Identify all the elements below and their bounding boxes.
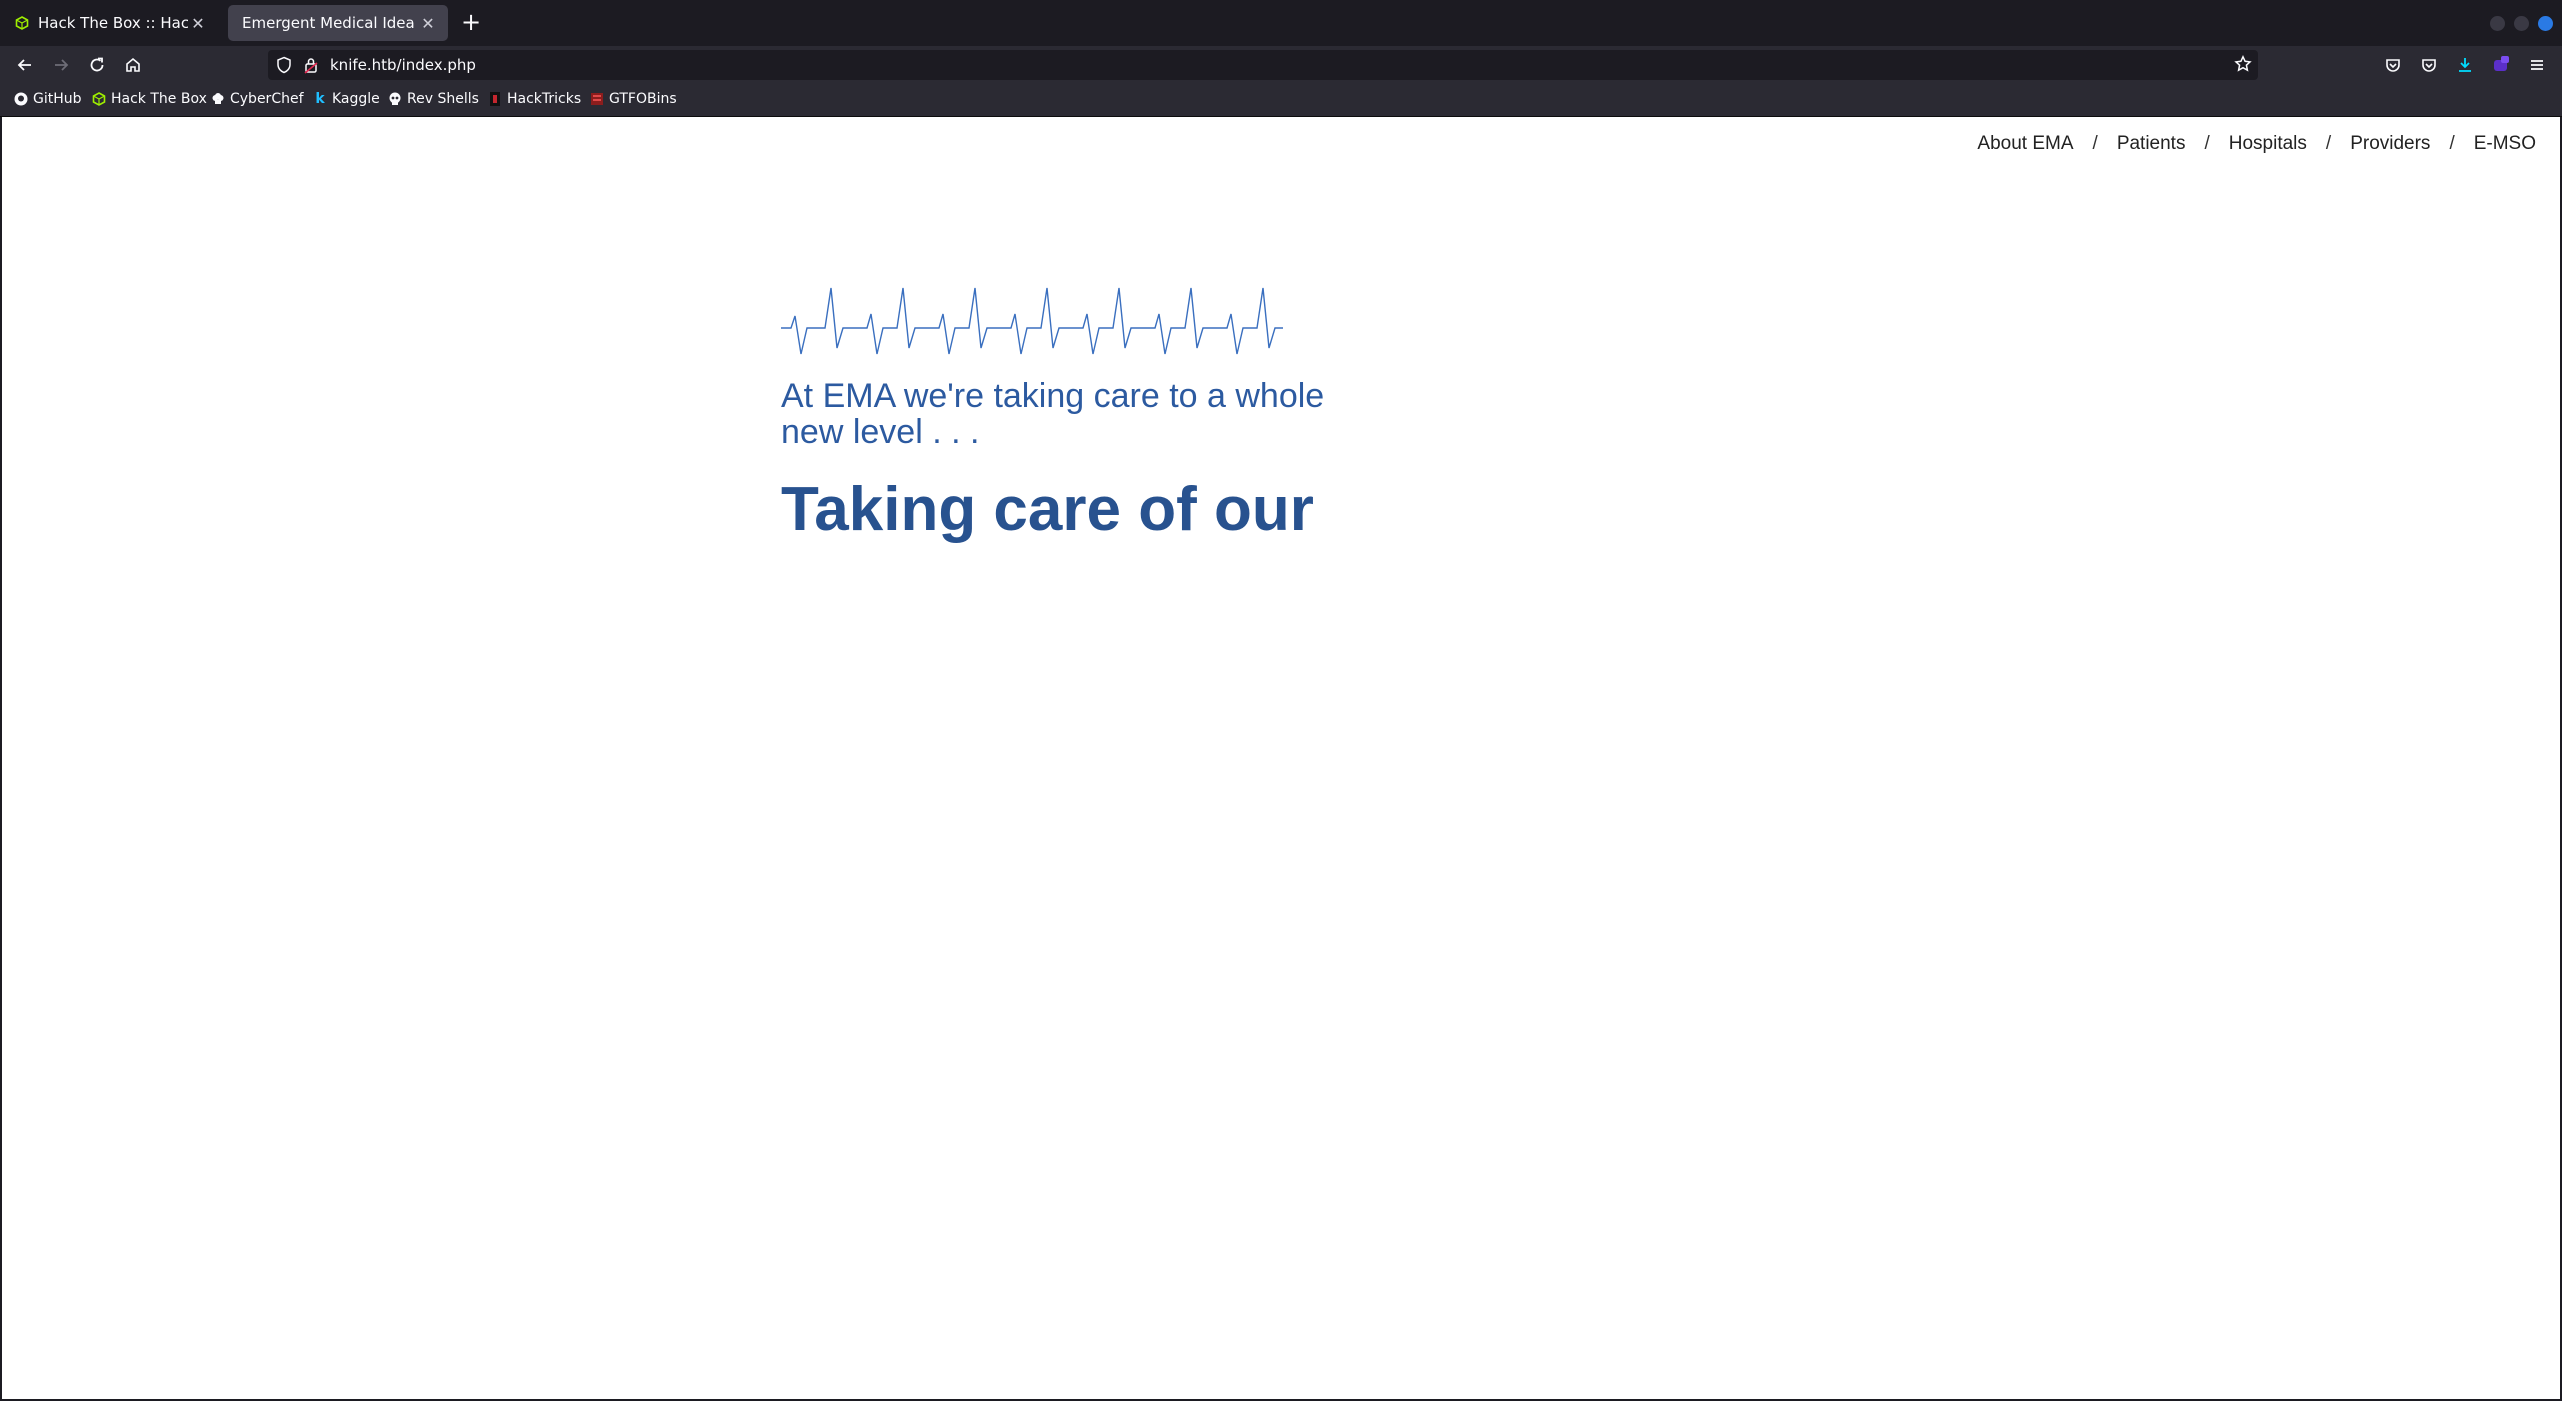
- bookmarks-toolbar: GitHub Hack The Box CyberChef k Kaggle R…: [0, 84, 2562, 117]
- nav-link-e-mso[interactable]: E-MSO: [2474, 133, 2536, 155]
- hacktricks-icon: [488, 92, 502, 106]
- bookmark-cyberchef[interactable]: CyberChef: [211, 91, 304, 107]
- tab-emergent-medical-idea[interactable]: Emergent Medical Idea ✕: [228, 5, 448, 41]
- chef-hat-icon: [211, 92, 225, 106]
- tab-close-icon[interactable]: ✕: [418, 14, 438, 33]
- tab-title: Emergent Medical Idea: [242, 14, 415, 32]
- reload-button[interactable]: [84, 52, 110, 78]
- download-icon: [2459, 58, 2471, 72]
- save-to-pocket-button[interactable]: [2380, 52, 2406, 78]
- skull-icon: [388, 92, 402, 106]
- extension-button[interactable]: [2488, 52, 2514, 78]
- bookmark-kaggle[interactable]: k Kaggle: [313, 91, 380, 107]
- nav-link-providers[interactable]: Providers: [2350, 133, 2430, 155]
- nav-separator: /: [2449, 133, 2455, 154]
- bookmark-label: CyberChef: [230, 91, 304, 107]
- gtfobins-icon: [590, 92, 604, 106]
- nav-separator: /: [2204, 133, 2210, 154]
- bookmark-label: Hack The Box: [111, 91, 207, 107]
- bookmark-hack-the-box[interactable]: Hack The Box: [92, 91, 207, 107]
- heartbeat-line-icon: [781, 287, 1283, 355]
- url-bar[interactable]: knife.htb/index.php: [268, 50, 2258, 80]
- app-menu-button[interactable]: [2524, 52, 2550, 78]
- tab-hack-the-box[interactable]: Hack The Box :: Hack The Box ✕: [4, 5, 218, 41]
- bookmark-rev-shells[interactable]: Rev Shells: [388, 91, 479, 107]
- bookmark-github[interactable]: GitHub: [14, 91, 82, 107]
- tab-bar: Hack The Box :: Hack The Box ✕ Emergent …: [0, 0, 2562, 46]
- site-nav: About EMA / Patients / Hospitals / Provi…: [1977, 133, 2536, 155]
- pocket-icon: [2386, 59, 2400, 72]
- bookmark-label: HackTricks: [507, 91, 582, 107]
- home-icon: [126, 57, 140, 72]
- github-icon: [14, 92, 28, 106]
- hero-tagline: At EMA we're taking care to a whole new …: [781, 377, 1325, 451]
- downloads-button[interactable]: [2452, 52, 2478, 78]
- nav-link-about-ema[interactable]: About EMA: [1977, 133, 2073, 155]
- tab-title: Hack The Box :: Hack The Box: [38, 14, 188, 32]
- close-window-button[interactable]: [2538, 16, 2553, 31]
- hero-section: At EMA we're taking care to a whole new …: [781, 276, 1341, 542]
- minimize-button[interactable]: [2490, 16, 2505, 31]
- forward-button[interactable]: [48, 52, 74, 78]
- hero-headline: Taking care of our: [781, 475, 1314, 544]
- pocket-list-button[interactable]: [2416, 52, 2442, 78]
- bookmark-label: GitHub: [33, 91, 82, 107]
- bookmark-star-icon[interactable]: [2234, 55, 2252, 77]
- nav-link-patients[interactable]: Patients: [2117, 133, 2186, 155]
- extension-badge-icon: [2494, 56, 2509, 71]
- nav-separator: /: [2092, 133, 2098, 154]
- bookmark-label: Rev Shells: [407, 91, 479, 107]
- shield-icon[interactable]: [276, 56, 292, 78]
- tab-close-icon[interactable]: ✕: [188, 14, 208, 33]
- bookmark-hacktricks[interactable]: HackTricks: [488, 91, 581, 107]
- hamburger-menu-icon: [2531, 60, 2543, 70]
- bookmark-label: GTFOBins: [609, 91, 677, 107]
- reload-icon: [90, 57, 104, 72]
- url-text[interactable]: knife.htb/index.php: [330, 56, 476, 74]
- shield-check-icon: [2422, 59, 2436, 72]
- back-button[interactable]: [12, 52, 38, 78]
- maximize-button[interactable]: [2514, 16, 2529, 31]
- arrow-left-icon: [17, 59, 31, 71]
- kaggle-k-icon: k: [315, 91, 325, 107]
- web-page: About EMA / Patients / Hospitals / Provi…: [2, 117, 2560, 1399]
- home-button[interactable]: [120, 52, 146, 78]
- bookmark-label: Kaggle: [332, 91, 380, 107]
- arrow-right-icon: [55, 59, 69, 71]
- insecure-lock-icon[interactable]: [304, 56, 318, 78]
- htb-cube-icon: [14, 15, 30, 31]
- new-tab-button[interactable]: +: [458, 10, 484, 36]
- bookmark-gtfobins[interactable]: GTFOBins: [590, 91, 677, 107]
- nav-separator: /: [2325, 133, 2332, 154]
- nav-link-hospitals[interactable]: Hospitals: [2229, 133, 2307, 155]
- htb-cube-icon: [92, 92, 106, 106]
- navigation-toolbar: knife.htb/index.php: [0, 46, 2562, 84]
